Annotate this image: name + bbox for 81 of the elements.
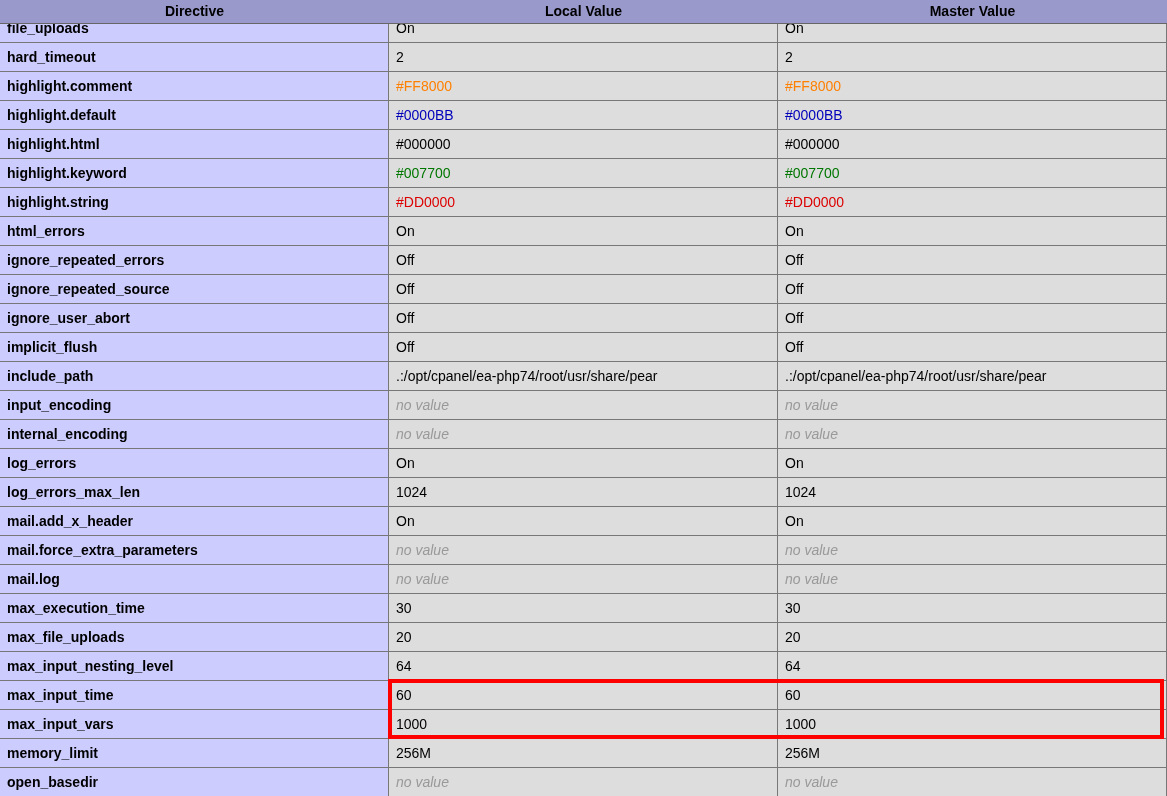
directive-cell: log_errors_max_len <box>0 478 389 507</box>
directive-cell: max_input_vars <box>0 710 389 739</box>
master-value-cell: 256M <box>778 739 1167 768</box>
master-value-cell: On <box>778 449 1167 478</box>
master-value-cell: 1024 <box>778 478 1167 507</box>
directive-cell: memory_limit <box>0 739 389 768</box>
local-value-cell: no value <box>389 565 778 594</box>
local-value-cell: On <box>389 449 778 478</box>
directive-cell: highlight.keyword <box>0 159 389 188</box>
directive-cell: highlight.string <box>0 188 389 217</box>
master-value-cell: no value <box>778 391 1167 420</box>
directive-cell: max_input_nesting_level <box>0 652 389 681</box>
master-value-cell: Off <box>778 333 1167 362</box>
directive-cell: highlight.comment <box>0 72 389 101</box>
directive-cell: implicit_flush <box>0 333 389 362</box>
directive-cell: internal_encoding <box>0 420 389 449</box>
local-value-cell: On <box>389 217 778 246</box>
directive-cell: ignore_user_abort <box>0 304 389 333</box>
local-value-cell: 1024 <box>389 478 778 507</box>
master-value-cell: Off <box>778 304 1167 333</box>
local-value-cell: 2 <box>389 43 778 72</box>
master-value-cell: Off <box>778 275 1167 304</box>
master-value-cell: no value <box>778 420 1167 449</box>
master-value-cell: #000000 <box>778 130 1167 159</box>
directive-cell: max_file_uploads <box>0 623 389 652</box>
directive-cell: open_basedir <box>0 768 389 796</box>
directive-cell: hard_timeout <box>0 43 389 72</box>
directive-cell: mail.force_extra_parameters <box>0 536 389 565</box>
local-value-cell: 30 <box>389 594 778 623</box>
master-value-cell: 64 <box>778 652 1167 681</box>
master-value-cell: 2 <box>778 43 1167 72</box>
directive-cell: mail.log <box>0 565 389 594</box>
local-value-cell: Off <box>389 275 778 304</box>
local-value-cell: no value <box>389 536 778 565</box>
master-value-cell: #0000BB <box>778 101 1167 130</box>
local-value-cell: #000000 <box>389 130 778 159</box>
local-value-cell: On <box>389 507 778 536</box>
local-value-cell: #007700 <box>389 159 778 188</box>
directive-cell: include_path <box>0 362 389 391</box>
master-value-cell: Off <box>778 246 1167 275</box>
local-value-cell: On <box>389 24 778 43</box>
directive-cell: highlight.default <box>0 101 389 130</box>
column-header: Master Value <box>928 2 1017 21</box>
master-value-cell: #007700 <box>778 159 1167 188</box>
master-value-cell: .:/opt/cpanel/ea-php74/root/usr/share/pear <box>778 362 1167 391</box>
directive-cell: ignore_repeated_errors <box>0 246 389 275</box>
master-value-cell: no value <box>778 768 1167 796</box>
local-value-cell: no value <box>389 391 778 420</box>
column-header: Directive <box>163 2 226 21</box>
local-value-cell: 64 <box>389 652 778 681</box>
master-value-cell: 60 <box>778 681 1167 710</box>
master-value-cell: #DD0000 <box>778 188 1167 217</box>
directive-cell: max_execution_time <box>0 594 389 623</box>
master-value-cell: On <box>778 507 1167 536</box>
directive-cell: highlight.html <box>0 130 389 159</box>
local-value-cell: Off <box>389 246 778 275</box>
local-value-cell: #DD0000 <box>389 188 778 217</box>
directive-cell: ignore_repeated_source <box>0 275 389 304</box>
master-value-cell: On <box>778 24 1167 43</box>
local-value-cell: .:/opt/cpanel/ea-php74/root/usr/share/pear <box>389 362 778 391</box>
local-value-cell: 256M <box>389 739 778 768</box>
master-value-cell: 20 <box>778 623 1167 652</box>
column-header: Local Value <box>543 2 623 21</box>
master-value-cell: On <box>778 217 1167 246</box>
master-value-cell: no value <box>778 536 1167 565</box>
local-value-cell: no value <box>389 420 778 449</box>
local-value-cell: Off <box>389 304 778 333</box>
local-value-cell: #FF8000 <box>389 72 778 101</box>
local-value-cell: Off <box>389 333 778 362</box>
master-value-cell: 30 <box>778 594 1167 623</box>
directive-cell: mail.add_x_header <box>0 507 389 536</box>
local-value-cell: 60 <box>389 681 778 710</box>
master-value-cell: #FF8000 <box>778 72 1167 101</box>
directive-cell: html_errors <box>0 217 389 246</box>
directive-cell: max_input_time <box>0 681 389 710</box>
local-value-cell: 20 <box>389 623 778 652</box>
master-value-cell: no value <box>778 565 1167 594</box>
local-value-cell: no value <box>389 768 778 796</box>
directive-cell: log_errors <box>0 449 389 478</box>
local-value-cell: #0000BB <box>389 101 778 130</box>
directive-cell: input_encoding <box>0 391 389 420</box>
